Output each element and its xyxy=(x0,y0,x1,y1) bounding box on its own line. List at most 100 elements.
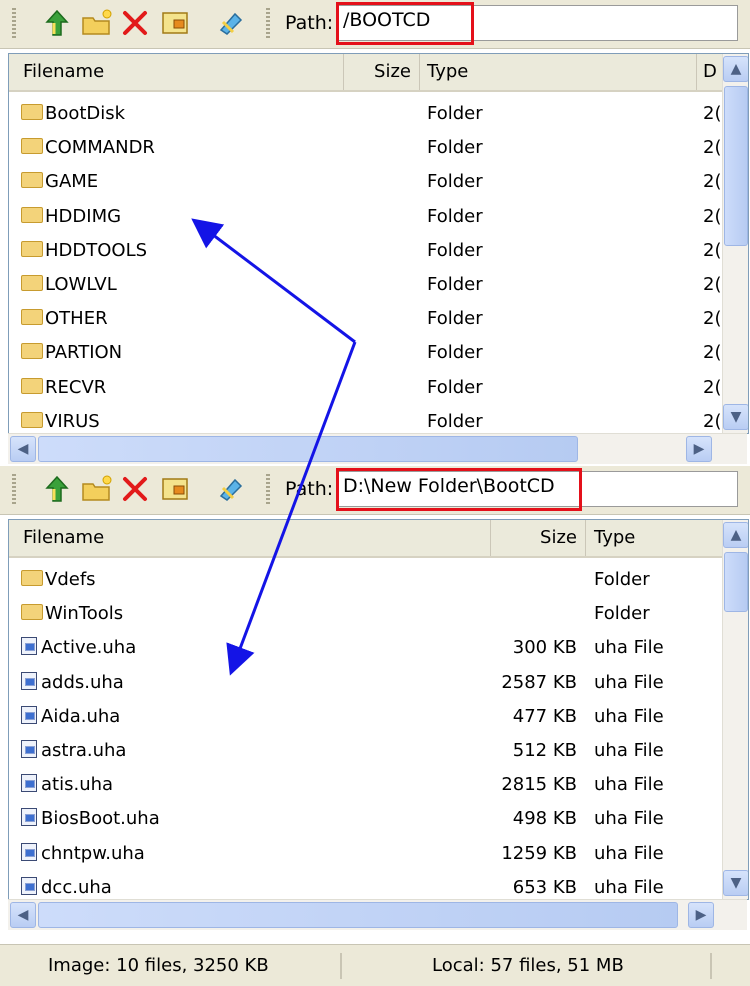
scroll-thumb[interactable] xyxy=(724,86,748,246)
type-cell: Folder xyxy=(427,410,483,432)
path-label: Path: xyxy=(285,12,334,34)
list-item[interactable]: WinTools Folder xyxy=(9,597,722,631)
size-cell xyxy=(344,97,412,131)
folder-icon xyxy=(21,377,43,394)
path-label: Path: xyxy=(285,478,334,500)
list-item[interactable]: PARTION Folder 2( xyxy=(9,336,722,370)
column-header-type[interactable]: Type xyxy=(586,520,722,556)
file-icon xyxy=(21,671,37,690)
list-item[interactable]: adds.uha 2587 KB uha File xyxy=(9,666,722,700)
scroll-down-button[interactable]: ▼ xyxy=(723,870,748,896)
properties-icon[interactable] xyxy=(158,472,192,506)
list-item[interactable]: atis.uha 2815 KB uha File xyxy=(9,768,722,802)
list-item[interactable]: dcc.uha 653 KB uha File xyxy=(9,871,722,899)
toolbar-grip[interactable] xyxy=(266,8,270,40)
filename-cell: adds.uha xyxy=(21,666,461,700)
file-icon xyxy=(21,842,37,861)
column-header-size[interactable]: Size xyxy=(491,520,586,556)
top-file-list[interactable]: Filename Size Type D BootDisk Folder 2(COM… xyxy=(8,53,749,434)
type-cell: Folder xyxy=(427,171,483,193)
type-cell: uha File xyxy=(594,705,664,727)
list-item[interactable]: BiosBoot.uha 498 KB uha File xyxy=(9,802,722,836)
type-cell: uha File xyxy=(594,774,664,796)
folder-icon xyxy=(21,570,43,586)
horizontal-scrollbar[interactable]: ◀ ▶ xyxy=(8,433,747,464)
list-item[interactable]: astra.uha 512 KB uha File xyxy=(9,734,722,768)
filename-text: HDDTOOLS xyxy=(45,239,148,261)
scroll-right-button[interactable]: ▶ xyxy=(688,902,714,928)
vertical-scrollbar[interactable]: ▲ ▼ xyxy=(722,54,748,433)
folder-icon xyxy=(21,104,43,120)
list-item[interactable]: chntpw.uha 1259 KB uha File xyxy=(9,837,722,871)
new-folder-icon[interactable] xyxy=(80,472,114,506)
refresh-icon[interactable] xyxy=(213,6,247,40)
new-folder-icon[interactable] xyxy=(80,6,114,40)
filename-cell: GAME xyxy=(21,165,341,199)
list-item[interactable]: HDDTOOLS Folder 2( xyxy=(9,234,722,268)
file-icon xyxy=(21,740,37,758)
size-cell xyxy=(469,597,577,631)
properties-icon[interactable] xyxy=(158,6,192,40)
filename-text: COMMANDR xyxy=(45,137,155,159)
list-item[interactable]: RECVR Folder 2( xyxy=(9,371,722,405)
scroll-up-button[interactable]: ▲ xyxy=(723,56,748,82)
size-cell xyxy=(344,165,412,199)
toolbar-grip[interactable] xyxy=(266,474,270,506)
toolbar-grip[interactable] xyxy=(12,8,16,40)
refresh-icon[interactable] xyxy=(213,472,247,506)
folder-icon xyxy=(21,206,43,223)
list-item[interactable]: Vdefs Folder xyxy=(9,563,722,597)
scroll-thumb[interactable] xyxy=(724,552,748,612)
file-icon xyxy=(21,876,37,895)
column-header-date[interactable]: D xyxy=(697,54,722,90)
size-cell: 498 KB xyxy=(512,808,577,830)
list-item[interactable]: HDDIMG Folder 2( xyxy=(9,200,722,234)
list-item[interactable]: Aida.uha 477 KB uha File xyxy=(9,700,722,734)
filename-cell: HDDTOOLS xyxy=(21,234,341,268)
list-item[interactable]: BootDisk Folder 2( xyxy=(9,97,722,131)
scroll-up-button[interactable]: ▲ xyxy=(723,522,748,548)
date-cell: 2( xyxy=(703,171,722,193)
up-folder-icon[interactable] xyxy=(40,6,74,40)
type-cell: uha File xyxy=(594,842,664,864)
type-cell: uha File xyxy=(594,637,664,659)
list-item[interactable]: OTHER Folder 2( xyxy=(9,302,722,336)
path-highlight-box xyxy=(336,468,582,511)
type-cell: uha File xyxy=(594,740,664,761)
filename-text: Active.uha xyxy=(41,637,137,659)
size-cell: 2587 KB xyxy=(501,671,577,693)
filename-text: dcc.uha xyxy=(41,876,112,898)
horizontal-scrollbar[interactable]: ◀ ▶ xyxy=(8,899,747,930)
folder-icon xyxy=(21,138,43,155)
scroll-down-button[interactable]: ▼ xyxy=(723,404,748,430)
vertical-scrollbar[interactable]: ▲ ▼ xyxy=(722,520,748,899)
scroll-left-button[interactable]: ◀ xyxy=(10,902,36,928)
bottom-file-list[interactable]: Filename Size Type Vdefs Folder WinTools Fo… xyxy=(8,519,749,900)
filename-text: GAME xyxy=(45,171,99,193)
list-item[interactable]: VIRUS Folder 2( xyxy=(9,405,722,433)
list-item[interactable]: GAME Folder 2( xyxy=(9,165,722,199)
scroll-left-button[interactable]: ◀ xyxy=(10,436,36,462)
scroll-thumb[interactable] xyxy=(38,436,578,462)
column-header-type[interactable]: Type xyxy=(420,54,697,90)
delete-icon[interactable] xyxy=(118,472,152,506)
list-item[interactable]: COMMANDR Folder 2( xyxy=(9,131,722,165)
type-cell: uha File xyxy=(594,808,664,830)
scroll-right-button[interactable]: ▶ xyxy=(686,436,712,462)
delete-icon[interactable] xyxy=(118,6,152,40)
date-cell: 2( xyxy=(703,308,722,330)
column-header-filename[interactable]: Filename xyxy=(9,54,344,90)
scroll-thumb[interactable] xyxy=(38,902,678,928)
filename-text: atis.uha xyxy=(41,774,114,796)
toolbar-grip[interactable] xyxy=(12,474,16,506)
filename-cell: BootDisk xyxy=(21,97,341,131)
filename-text: PARTION xyxy=(45,342,123,364)
filename-cell: astra.uha xyxy=(21,734,461,768)
list-item[interactable]: Active.uha 300 KB uha File xyxy=(9,631,722,665)
filename-text: BiosBoot.uha xyxy=(41,808,160,830)
size-cell: 1259 KB xyxy=(501,842,577,864)
up-folder-icon[interactable] xyxy=(40,472,74,506)
list-item[interactable]: LOWLVL Folder 2( xyxy=(9,268,722,302)
column-header-filename[interactable]: Filename xyxy=(9,520,491,556)
column-header-size[interactable]: Size xyxy=(344,54,420,90)
